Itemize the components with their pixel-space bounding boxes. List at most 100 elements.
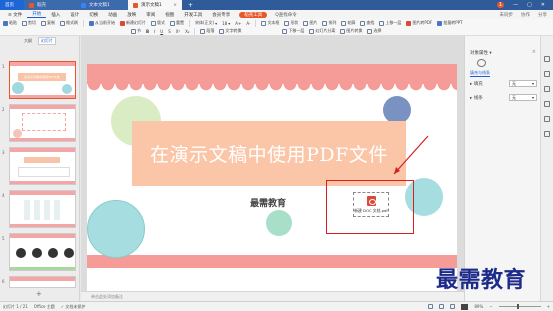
new-tab-button[interactable]: + xyxy=(182,2,199,9)
font-size-value: 18 xyxy=(222,20,228,26)
paragraph-button[interactable]: 段落 xyxy=(200,28,214,34)
animation-icon[interactable] xyxy=(544,86,550,92)
shape-label: 形状 xyxy=(290,20,299,25)
copy-button[interactable]: 复制 xyxy=(41,20,55,26)
arrange-button[interactable]: 排列 xyxy=(322,20,336,26)
reset-button[interactable]: 重置 xyxy=(170,20,184,26)
search-command[interactable]: Q查找命令 xyxy=(270,12,302,18)
backup-icon[interactable] xyxy=(544,116,550,122)
panel-title[interactable]: 对象属性 ▾ xyxy=(470,50,492,56)
notification-badge[interactable]: 1 xyxy=(496,2,505,8)
notes-pane[interactable]: 单击此处添加备注 xyxy=(81,291,464,301)
select-button[interactable]: 选择 xyxy=(367,28,381,34)
sorter-view-icon[interactable] xyxy=(439,304,445,309)
layout-button[interactable]: 版式 xyxy=(151,20,165,26)
window-close-icon[interactable]: ✕ xyxy=(541,2,545,8)
thumb-content xyxy=(44,200,50,220)
tab-docer[interactable]: 稻壳 xyxy=(24,0,76,10)
cut-button[interactable]: 剪切 xyxy=(22,20,36,26)
tab-outline[interactable]: 大纲 xyxy=(22,38,34,44)
settings-icon[interactable] xyxy=(544,131,550,137)
tab-home[interactable]: 首页 xyxy=(0,0,24,10)
menu-docer-tools[interactable]: 稻壳工具 xyxy=(239,11,268,18)
add-slide-button[interactable]: + xyxy=(36,290,42,298)
bold-button[interactable]: B xyxy=(146,29,149,34)
slide-thumbnail-3[interactable] xyxy=(9,147,76,185)
menu-developer[interactable]: 开发工具 xyxy=(179,12,207,18)
fill-select[interactable]: 无 ▾ xyxy=(509,80,537,87)
protection-status[interactable]: ✓ 文档未保护 xyxy=(61,304,86,310)
font-family-select[interactable]: 宋体(正文) ▾ xyxy=(195,20,217,26)
send-backward-button[interactable]: 下移一层 xyxy=(282,28,304,34)
bring-forward-button[interactable]: 上移一层 xyxy=(379,20,401,26)
collaborate-button[interactable]: 协作 xyxy=(521,12,530,18)
strikethrough-button[interactable]: S xyxy=(168,29,171,34)
slide-thumbnail-5[interactable] xyxy=(9,233,76,271)
transition-icon[interactable] xyxy=(544,101,550,107)
play-icon[interactable] xyxy=(461,303,469,310)
font-size-select[interactable]: 18 ▾ xyxy=(222,21,230,26)
zoom-slider[interactable] xyxy=(498,304,541,309)
outline-button[interactable]: 轮廓 xyxy=(341,20,355,26)
format-painter-button[interactable]: 格式刷 xyxy=(60,20,78,26)
menu-review[interactable]: 审阅 xyxy=(141,12,160,18)
text-convert-button[interactable]: 文字转换 xyxy=(219,28,241,34)
maximize-icon[interactable]: ▢ xyxy=(527,2,532,8)
fill-line-icon[interactable] xyxy=(477,59,486,67)
slide-thumbnail-6[interactable] xyxy=(9,276,76,288)
menu-animation[interactable]: 动画 xyxy=(103,12,122,18)
menu-view[interactable]: 视图 xyxy=(160,12,179,18)
image-convert-button[interactable]: 图片转换 xyxy=(340,28,362,34)
grow-font-button[interactable]: A+ xyxy=(235,21,241,26)
subscript-button[interactable]: X₂ xyxy=(185,29,189,34)
tab-presentation[interactable]: 演示文稿1 × xyxy=(128,0,182,10)
reading-view-icon[interactable] xyxy=(450,304,456,309)
line-select[interactable]: 无 ▾ xyxy=(509,94,537,101)
superscript-button[interactable]: X² xyxy=(176,29,180,34)
menu-file[interactable]: ≡ 文件 xyxy=(3,12,27,18)
menu-home[interactable]: 开始 xyxy=(27,11,47,18)
slide-thumbnail-4[interactable] xyxy=(9,190,76,228)
zoom-out-icon[interactable]: − xyxy=(489,304,492,309)
properties-icon[interactable] xyxy=(544,56,550,62)
menu-design[interactable]: 设计 xyxy=(65,12,84,18)
shrink-font-button[interactable]: A- xyxy=(246,21,250,26)
layout-icon[interactable] xyxy=(544,71,550,77)
textbox-button[interactable]: 文本框 xyxy=(261,20,279,26)
slide-thumbnail-1[interactable]: 在演示文稿中使用PDF文件 xyxy=(9,61,76,99)
shape-button[interactable]: 形状 xyxy=(284,20,298,26)
brush-icon xyxy=(60,20,65,26)
italic-button[interactable]: I xyxy=(154,29,155,34)
tab-fill-and-line[interactable]: 填充与线条 xyxy=(470,70,490,77)
zoom-in-icon[interactable]: + xyxy=(547,304,550,309)
arrow-line xyxy=(393,135,429,175)
thumb-content xyxy=(22,113,66,131)
share-button[interactable]: 分享 xyxy=(538,12,547,18)
picture-button[interactable]: 图片 xyxy=(303,20,317,26)
sync-status[interactable]: 未同步 xyxy=(500,12,514,18)
close-icon[interactable]: × xyxy=(173,3,177,8)
normal-view-icon[interactable] xyxy=(428,304,434,309)
section-button[interactable]: 节 xyxy=(131,28,141,34)
paste-button[interactable]: 粘贴 xyxy=(3,20,17,26)
image-to-pdf-button[interactable]: 图片转PDF xyxy=(406,20,432,26)
tab-document[interactable]: 文本文稿1 xyxy=(76,0,128,10)
slide-split-button[interactable]: 幻灯片分离 xyxy=(309,28,335,34)
thumb-decoration xyxy=(10,62,75,66)
batch-convert-button[interactable]: 批量转PPT xyxy=(437,20,463,26)
zoom-level[interactable]: 89% xyxy=(474,304,483,309)
menu-member[interactable]: 会员专享 xyxy=(207,12,235,18)
slide-thumbnail-2[interactable] xyxy=(9,104,76,142)
play-from-current-button[interactable]: 从当前开始 xyxy=(89,20,115,26)
find-button[interactable]: 查找 xyxy=(360,20,374,26)
thumb-circle xyxy=(12,82,24,94)
minimize-icon[interactable]: — xyxy=(513,2,518,8)
menu-insert[interactable]: 插入 xyxy=(46,12,65,18)
panel-close-icon[interactable]: × xyxy=(532,49,536,55)
menu-transition[interactable]: 切换 xyxy=(84,12,103,18)
new-slide-button[interactable]: 新建幻灯片 xyxy=(120,20,146,26)
underline-button[interactable]: U xyxy=(160,29,163,34)
menu-slideshow[interactable]: 放映 xyxy=(122,12,141,18)
tab-slides[interactable]: 幻灯片 xyxy=(38,36,56,45)
thumb-decoration xyxy=(10,95,75,98)
